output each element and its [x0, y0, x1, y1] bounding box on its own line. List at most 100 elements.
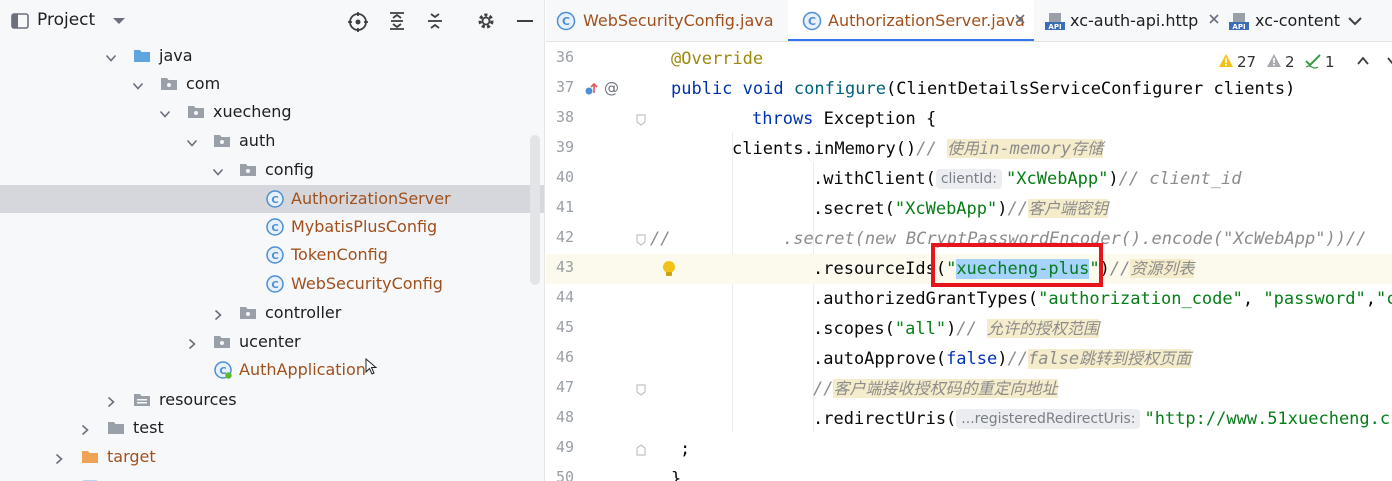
tree-node-java[interactable]: java — [0, 42, 544, 70]
chevron-down-icon[interactable] — [159, 105, 171, 118]
tab-websecurityconfig[interactable]: C WebSecurityConfig.java — [546, 0, 786, 41]
class-icon: C — [266, 275, 284, 293]
chevron-right-icon[interactable] — [186, 335, 198, 350]
tree-node-tokenconfig[interactable]: C TokenConfig — [0, 241, 544, 269]
token-comment: in-memory — [978, 139, 1072, 159]
tree-node-test[interactable]: test — [0, 414, 544, 442]
line-number: 49 — [555, 438, 574, 456]
svg-text:API: API — [1232, 23, 1245, 31]
lightbulb-icon[interactable] — [661, 260, 677, 276]
tree-scrollbar[interactable] — [530, 135, 540, 285]
gear-icon[interactable] — [476, 11, 496, 31]
chevron-right-icon[interactable] — [105, 393, 117, 408]
token-text: .scopes( — [813, 319, 895, 339]
chevron-down-icon[interactable] — [105, 49, 117, 62]
close-icon[interactable] — [1206, 11, 1222, 27]
token-keyword: throws — [752, 109, 814, 129]
tree-node-label: WebSecurityConfig — [291, 274, 443, 293]
code-line-50[interactable]: 50 } — [546, 464, 1392, 481]
chevron-right-icon[interactable] — [79, 421, 91, 436]
code-line-38[interactable]: 38 throws Exception { — [546, 104, 1392, 134]
locate-icon[interactable] — [347, 11, 368, 32]
fold-icon[interactable] — [634, 232, 650, 248]
token-comment: 使用 — [946, 139, 979, 158]
tree-node-label: resources — [159, 390, 237, 409]
token-text: ) — [997, 349, 1008, 369]
chevron-up-icon[interactable] — [1355, 53, 1371, 73]
code-line-42[interactable]: 42 // .secret(new BCryptPasswordEncoder(… — [546, 224, 1392, 254]
weak-warning-icon — [1266, 53, 1282, 73]
token-comment: // — [1007, 349, 1028, 369]
fold-icon[interactable] — [634, 442, 650, 458]
chevron-down-icon[interactable] — [212, 163, 224, 176]
chevron-down-icon[interactable] — [1346, 12, 1364, 30]
tab-xc-auth-api[interactable]: API xc-auth-api.http — [1038, 0, 1228, 41]
tree-node-mybatisplusconfig[interactable]: C MybatisPlusConfig — [0, 213, 544, 241]
chevron-down-icon[interactable] — [132, 77, 144, 90]
tab-xc-content[interactable]: API xc-content — [1228, 0, 1348, 41]
project-panel-title[interactable]: Project — [37, 10, 95, 30]
tree-node-xuecheng[interactable]: xuecheng — [0, 98, 544, 126]
tree-node-label: AuthorizationServer — [291, 189, 451, 208]
collapse-all-icon[interactable] — [425, 11, 445, 31]
implementing-method-icon[interactable] — [584, 81, 600, 97]
selected-text[interactable]: xuecheng-plus — [956, 259, 1090, 279]
code-line-37[interactable]: 37 @ public void configure(ClientDetails… — [546, 74, 1392, 104]
code-line-43[interactable]: 43 .resourceIds("xuecheng-plus")//资源列表 — [546, 254, 1392, 284]
token-text: ) — [1099, 259, 1110, 279]
folder-icon — [107, 419, 125, 437]
tree-node-target[interactable]: target — [0, 443, 544, 471]
minimize-icon[interactable] — [515, 11, 535, 31]
code-line-48[interactable]: 48 .redirectUris(...registeredRedirectUr… — [546, 404, 1392, 434]
svg-text:C: C — [271, 195, 278, 206]
chevron-down-icon[interactable] — [186, 134, 198, 147]
code-line-40[interactable]: 40 .withClient(clientId: "XcWebApp")// cl… — [546, 164, 1392, 194]
chevron-right-icon[interactable] — [212, 306, 224, 321]
package-icon — [239, 304, 257, 322]
token-keyword: void — [742, 79, 784, 99]
close-icon[interactable] — [1012, 11, 1028, 27]
svg-text:C: C — [271, 280, 278, 291]
line-number: 37 — [555, 78, 574, 96]
code-line-41[interactable]: 41 .secret("XcWebApp")//客户端密钥 — [546, 194, 1392, 224]
tree-node-label: target — [107, 447, 156, 466]
code-line-49[interactable]: 49 ; — [546, 434, 1392, 464]
code-line-39[interactable]: 39 clients.inMemory()// 使用in-memory存储 — [546, 134, 1392, 164]
tree-node-ucenter[interactable]: ucenter — [0, 328, 544, 356]
code-line-44[interactable]: 44 .authorizedGrantTypes("authorization_… — [546, 284, 1392, 314]
code-line-46[interactable]: 46 .autoApprove(false)//false跳转到授权页面 — [546, 344, 1392, 374]
chevron-down-icon[interactable] — [109, 11, 129, 31]
code-editor[interactable]: 36 @Override 37 @ public void configure(… — [546, 42, 1392, 481]
tree-node-auth[interactable]: auth — [0, 127, 544, 155]
tree-node-controller[interactable]: controller — [0, 299, 544, 327]
tree-node-label: controller — [265, 303, 342, 322]
svg-text:C: C — [271, 223, 278, 234]
fold-icon[interactable] — [634, 112, 650, 128]
tree-node-authapplication[interactable]: C AuthApplication — [0, 356, 544, 384]
token-text: ) — [946, 319, 957, 339]
warning-icon — [1218, 53, 1234, 73]
code-line-45[interactable]: 45 .scopes("all")// 允许的授权范围 — [546, 314, 1392, 344]
tab-authorizationserver[interactable]: C AuthorizationServer.java — [788, 0, 1034, 41]
class-icon: C — [266, 190, 284, 208]
line-number: 47 — [555, 378, 574, 396]
class-icon: C — [802, 11, 822, 31]
override-icon[interactable]: @ — [604, 79, 620, 97]
fold-icon[interactable] — [634, 382, 650, 398]
token-string: " — [1089, 259, 1100, 279]
line-number: 43 — [555, 258, 574, 276]
tree-node-label: test — [133, 418, 164, 437]
project-view-icon[interactable] — [10, 11, 30, 31]
package-icon — [213, 132, 231, 150]
tree-node-resources[interactable]: resources — [0, 386, 544, 414]
chevron-down-icon[interactable] — [1385, 53, 1392, 73]
expand-all-icon[interactable] — [387, 11, 407, 31]
chevron-right-icon[interactable] — [53, 450, 65, 465]
token-text: Exception { — [813, 109, 937, 129]
tree-node-authorizationserver[interactable]: C AuthorizationServer — [0, 185, 544, 213]
code-line-47[interactable]: 47 //客户端接收授权码的重定向地址 — [546, 374, 1392, 404]
tree-node-websecurityconfig[interactable]: C WebSecurityConfig — [0, 270, 544, 298]
tree-node-config[interactable]: config — [0, 156, 544, 184]
tree-node-com[interactable]: com — [0, 70, 544, 98]
token-comment: 允许的授权范围 — [987, 319, 1100, 338]
